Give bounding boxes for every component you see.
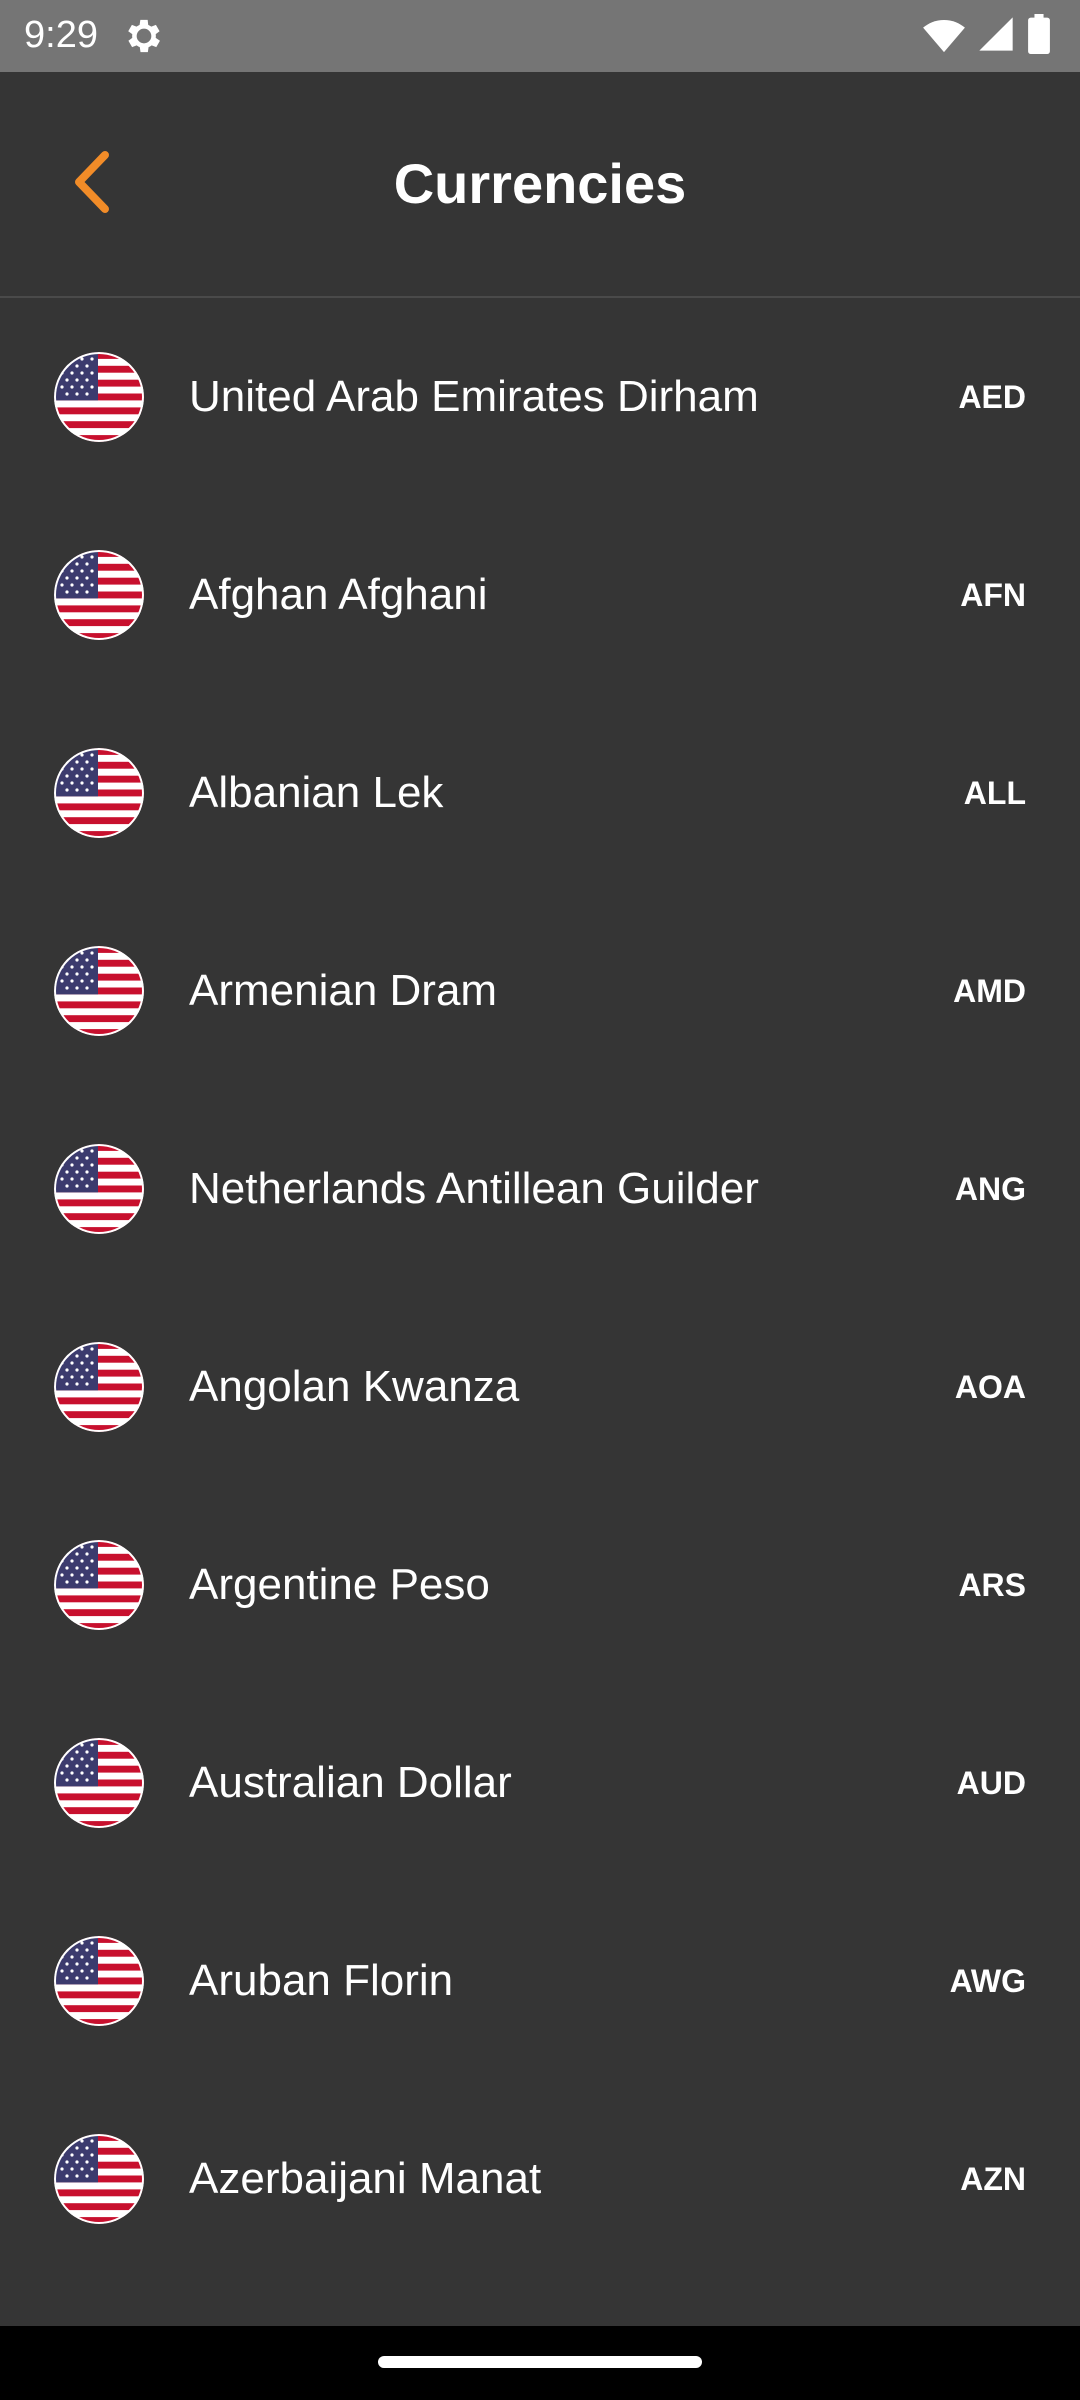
currency-list-item-azn[interactable]: Azerbaijani Manat AZN	[0, 2080, 1080, 2278]
wifi-icon	[922, 14, 966, 59]
currency-code: AZN	[960, 2161, 1026, 2197]
currency-list: United Arab Emirates Dirham AED Afghan A…	[0, 298, 1080, 2278]
settings-gear-icon	[122, 14, 166, 58]
currency-list-item-aud[interactable]: Australian Dollar AUD	[0, 1684, 1080, 1882]
status-icons	[922, 13, 1052, 59]
currency-code: AMD	[953, 973, 1026, 1009]
us-flag-icon	[54, 946, 144, 1036]
currency-list-item-aoa[interactable]: Angolan Kwanza AOA	[0, 1288, 1080, 1486]
us-flag-icon	[54, 1144, 144, 1234]
navigation-bar	[0, 2326, 1080, 2400]
currency-list-item-ars[interactable]: Argentine Peso ARS	[0, 1486, 1080, 1684]
currencies-screen: 9:29 Currencies United Arab Emirates Dir…	[0, 0, 1080, 2400]
us-flag-icon	[54, 550, 144, 640]
us-flag-icon	[54, 1738, 144, 1828]
status-bar: 9:29	[0, 0, 1080, 72]
status-time: 9:29	[24, 14, 98, 56]
currency-name: United Arab Emirates Dirham	[189, 372, 759, 421]
page-title: Currencies	[393, 152, 687, 215]
currency-code: AUD	[956, 1765, 1026, 1801]
us-flag-icon	[54, 1540, 144, 1630]
currency-name: Afghan Afghani	[189, 570, 488, 619]
us-flag-icon	[54, 748, 144, 838]
currency-list-item-all[interactable]: Albanian Lek ALL	[0, 694, 1080, 892]
currency-list-item-amd[interactable]: Armenian Dram AMD	[0, 892, 1080, 1090]
currency-list-item-awg[interactable]: Aruban Florin AWG	[0, 1882, 1080, 2080]
currency-name: Argentine Peso	[189, 1560, 490, 1609]
currency-name: Netherlands Antillean Guilder	[189, 1164, 759, 1213]
currency-name: Aruban Florin	[189, 1956, 454, 2005]
currency-name: Australian Dollar	[189, 1758, 512, 1807]
battery-icon	[1026, 13, 1052, 59]
currency-code: AOA	[954, 1369, 1026, 1405]
us-flag-icon	[54, 2134, 144, 2224]
app-bar: Currencies	[0, 72, 1080, 298]
currency-code: AWG	[949, 1963, 1026, 1999]
us-flag-icon	[54, 1936, 144, 2026]
currency-name: Azerbaijani Manat	[189, 2154, 542, 2203]
currency-code: ANG	[954, 1171, 1026, 1207]
currency-code: ARS	[958, 1567, 1026, 1603]
us-flag-icon	[54, 1342, 144, 1432]
us-flag-icon	[54, 352, 144, 442]
cellular-signal-icon	[976, 14, 1016, 59]
currency-list-item-afn[interactable]: Afghan Afghani AFN	[0, 496, 1080, 694]
currency-name: Angolan Kwanza	[189, 1362, 520, 1411]
currency-code: ALL	[963, 775, 1026, 811]
home-indicator[interactable]	[378, 2356, 702, 2368]
currency-list-item-ang[interactable]: Netherlands Antillean Guilder ANG	[0, 1090, 1080, 1288]
currency-code: AFN	[960, 577, 1026, 613]
currency-list-item-aed[interactable]: United Arab Emirates Dirham AED	[0, 298, 1080, 496]
currency-name: Armenian Dram	[189, 966, 498, 1015]
currency-code: AED	[958, 379, 1026, 415]
currency-name: Albanian Lek	[189, 768, 444, 817]
